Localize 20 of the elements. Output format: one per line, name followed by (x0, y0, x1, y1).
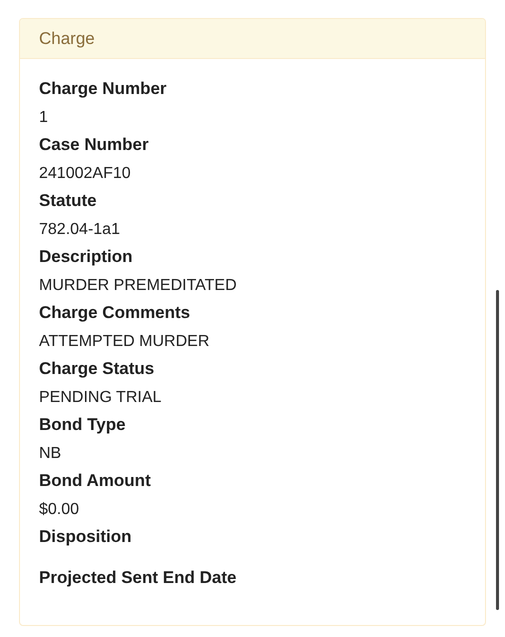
field-label: Bond Type (39, 414, 126, 436)
field-value: $0.00 (39, 500, 80, 520)
field-value: 782.04-1a1 (39, 220, 120, 240)
field-label: Case Number (39, 134, 149, 156)
field-value: 1 (39, 108, 48, 128)
field-value: PENDING TRIAL (39, 388, 162, 408)
field-label: Projected Sent End Date (39, 567, 236, 589)
scrollbar[interactable] (496, 290, 499, 610)
field-value: MURDER PREMEDITATED (39, 276, 237, 296)
field-label: Statute (39, 190, 97, 212)
field-label: Charge Number (39, 78, 167, 100)
panel-title: Charge (39, 28, 95, 48)
field-label: Charge Status (39, 358, 154, 380)
field-label: Bond Amount (39, 470, 151, 492)
field-value: NB (39, 444, 62, 464)
field-label: Disposition (39, 526, 132, 548)
field-value: 241002AF10 (39, 164, 131, 184)
field-label: Charge Comments (39, 302, 190, 324)
field-label: Description (39, 246, 133, 268)
field-value: ATTEMPTED MURDER (39, 332, 210, 352)
